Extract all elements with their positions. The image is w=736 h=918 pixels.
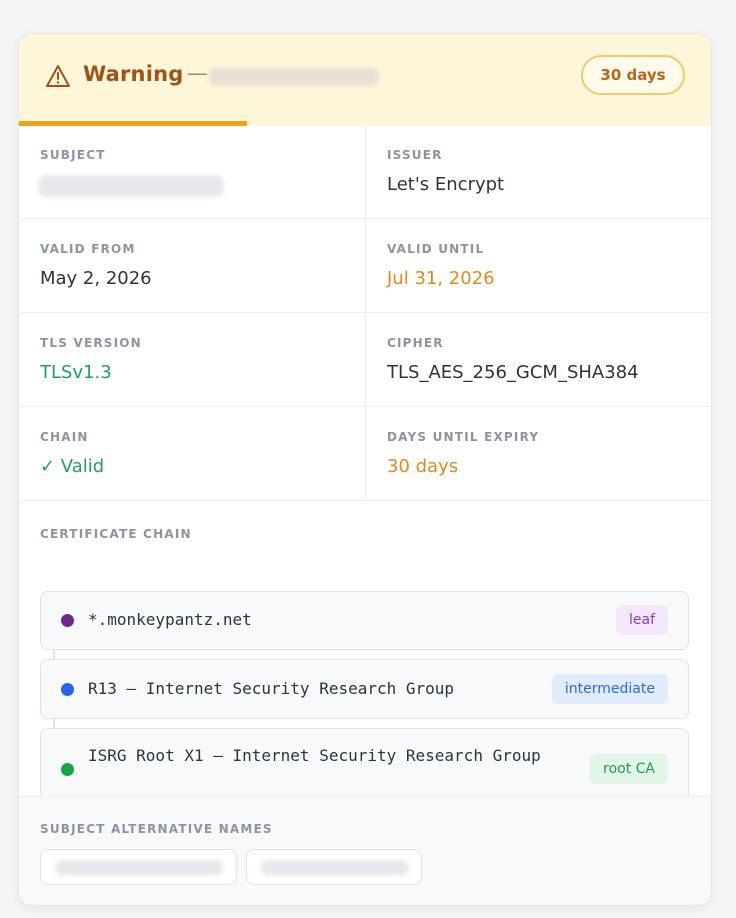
certificate-chain-label: CERTIFICATE CHAIN <box>40 527 192 541</box>
status-header: Warning — 30 days <box>19 34 711 123</box>
valid-from-value: May 2, 2026 <box>40 268 152 289</box>
subject-alternative-names-section: SUBJECT ALTERNATIVE NAMES <box>19 796 711 905</box>
san-label: SUBJECT ALTERNATIVE NAMES <box>40 822 273 836</box>
chain-dot-root <box>61 763 74 776</box>
cipher-cell: CIPHER TLS_AES_256_GCM_SHA384 <box>365 314 711 407</box>
cipher-label: CIPHER <box>387 336 444 350</box>
chain-tag-leaf: leaf <box>615 605 668 635</box>
issuer-cell: ISSUER Let's Encrypt <box>365 126 711 219</box>
chain-item-name: *.monkeypantz.net <box>88 610 252 629</box>
chain-dot-leaf <box>61 614 74 627</box>
chain-item-intermediate[interactable]: R13 — Internet Security Research Group i… <box>40 659 689 719</box>
cipher-value: TLS_AES_256_GCM_SHA384 <box>387 362 639 383</box>
tls-version-cell: TLS VERSION TLSv1.3 <box>19 314 365 407</box>
valid-until-value: Jul 31, 2026 <box>387 268 495 289</box>
issuer-label: ISSUER <box>387 148 443 162</box>
redacted-subject <box>38 175 224 197</box>
valid-from-label: VALID FROM <box>40 242 136 256</box>
chain-tag-root: root CA <box>590 754 668 784</box>
valid-from-cell: VALID FROM May 2, 2026 <box>19 220 365 313</box>
certificate-card: Warning — 30 days SUBJECT ISSUER Let's E… <box>18 33 712 906</box>
redacted-san <box>261 860 409 875</box>
san-chip <box>40 849 237 885</box>
redacted-hostname <box>209 68 379 86</box>
valid-until-label: VALID UNTIL <box>387 242 485 256</box>
chain-status-cell: CHAIN ✓ Valid <box>19 408 365 501</box>
chain-item-name: R13 — Internet Security Research Group <box>88 679 455 698</box>
tls-version-label: TLS VERSION <box>40 336 142 350</box>
san-chip <box>246 849 422 885</box>
chain-item-name: ISRG Root X1 — Internet Security Researc… <box>88 746 541 765</box>
details-grid: SUBJECT ISSUER Let's Encrypt VALID FROM … <box>19 126 711 502</box>
subject-cell: SUBJECT <box>19 126 365 219</box>
status-title: Warning <box>83 62 184 86</box>
subject-label: SUBJECT <box>40 148 106 162</box>
days-until-expiry-cell: DAYS UNTIL EXPIRY 30 days <box>365 408 711 501</box>
chain-item-leaf[interactable]: *.monkeypantz.net leaf <box>40 591 689 650</box>
chain-label: CHAIN <box>40 430 89 444</box>
title-separator: — <box>187 61 208 85</box>
warning-triangle-icon <box>46 65 70 87</box>
chain-tag-intermediate: intermediate <box>551 674 668 704</box>
days-remaining-badge: 30 days <box>581 55 685 95</box>
valid-until-cell: VALID UNTIL Jul 31, 2026 <box>365 220 711 313</box>
days-until-expiry-value: 30 days <box>387 456 459 477</box>
chain-status-value: ✓ Valid <box>40 456 105 477</box>
redacted-san <box>55 860 223 875</box>
issuer-value: Let's Encrypt <box>387 174 505 195</box>
chain-dot-intermediate <box>61 683 74 696</box>
days-until-expiry-label: DAYS UNTIL EXPIRY <box>387 430 540 444</box>
tls-version-value: TLSv1.3 <box>40 362 112 383</box>
